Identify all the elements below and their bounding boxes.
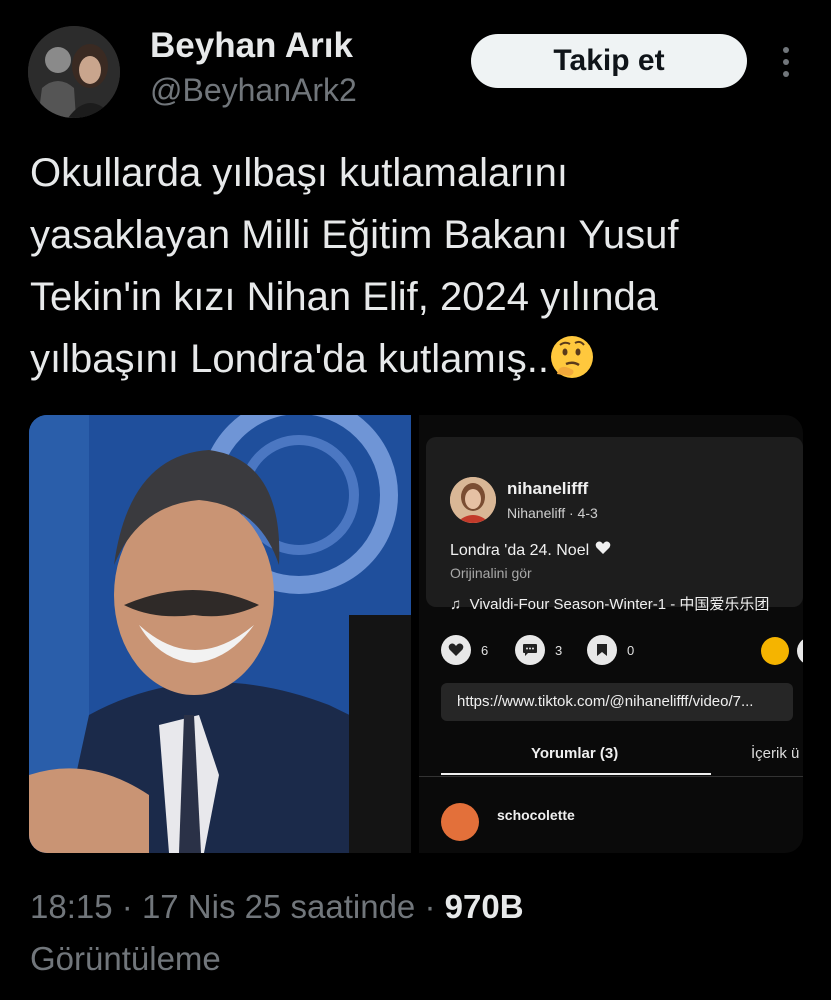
meta-separator: · — [424, 888, 436, 925]
tiktok-music: ♫ Vivaldi-Four Season-Winter-1 - 中国爱乐乐团 — [450, 593, 769, 614]
tweet-line: yasaklayan Milli Eğitim Bakanı Yusuf — [30, 213, 679, 257]
tiktok-url: https://www.tiktok.com/@nihanelifff/vide… — [457, 693, 754, 710]
like-count: 6 — [481, 642, 489, 658]
tiktok-save: 0 — [587, 635, 634, 665]
author-name[interactable]: Beyhan Arık — [150, 26, 353, 66]
tiktok-comment: 3 — [515, 635, 562, 665]
tiktok-avatar — [450, 477, 496, 523]
tiktok-divider — [419, 776, 803, 777]
follow-button[interactable]: Takip et — [471, 34, 747, 88]
comment-icon — [515, 635, 545, 665]
heart-icon — [441, 635, 471, 665]
minister-photo[interactable] — [29, 415, 411, 853]
view-count[interactable]: 970B — [445, 888, 524, 925]
tweet-line: Tekin'in kızı Nihan Elif, 2024 yılında — [30, 275, 658, 319]
tiktok-tab-comments: Yorumlar (3) — [531, 745, 619, 762]
save-count: 0 — [627, 642, 635, 658]
views-label: Görüntüleme — [30, 940, 221, 977]
tweet-text: Okullarda yılbaşı kutlamalarını yasaklaya… — [30, 142, 810, 390]
share-icon — [797, 637, 803, 665]
author-avatar[interactable] — [28, 26, 120, 118]
bookmark-icon — [587, 635, 617, 665]
commenter-name: schocolette — [497, 807, 575, 823]
tweet-media[interactable]: nihanelifff Nihaneliff · 4-3 Londra 'da … — [29, 415, 803, 853]
tweet-line: yılbaşını Londra'da kutlamış.. — [30, 337, 550, 381]
tweet-time[interactable]: 18:15 — [30, 888, 113, 925]
meta-separator: · — [121, 888, 133, 925]
tiktok-music-title: Vivaldi-Four Season-Winter-1 - 中国爱乐乐团 — [469, 596, 770, 613]
tiktok-post-card: nihanelifff Nihaneliff · 4-3 Londra 'da … — [426, 437, 803, 613]
tiktok-url-box: https://www.tiktok.com/@nihanelifff/vide… — [441, 683, 793, 721]
tweet-date[interactable]: 17 Nis 25 saatinde — [142, 888, 415, 925]
commenter-avatar — [441, 803, 479, 841]
tweet-line: Okullarda yılbaşı kutlamalarını — [30, 151, 569, 195]
tiktok-original-link: Orijinalini gör — [450, 565, 532, 581]
white-heart-icon — [595, 541, 611, 560]
repost-icon — [761, 637, 789, 665]
tiktok-subline: Nihaneliff · 4-3 — [507, 505, 598, 521]
tiktok-like: 6 — [441, 635, 488, 665]
author-handle[interactable]: @BeyhanArk2 — [150, 72, 357, 109]
tab-underline — [441, 773, 711, 775]
tiktok-caption-text: Londra 'da 24. Noel — [450, 542, 590, 559]
tiktok-username: nihanelifff — [507, 479, 589, 498]
music-note-icon: ♫ — [450, 596, 462, 613]
tiktok-actions: 6 3 0 — [419, 635, 803, 669]
tweet-meta: 18:15 · 17 Nis 25 saatinde · 970B — [30, 888, 524, 926]
tiktok-tab-content: İçerik ü — [751, 745, 800, 762]
tiktok-caption: Londra 'da 24. Noel — [450, 541, 611, 560]
comment-count: 3 — [555, 642, 563, 658]
thinking-face-emoji-icon — [549, 334, 595, 380]
more-options-icon[interactable] — [776, 42, 796, 82]
tiktok-screenshot[interactable]: nihanelifff Nihaneliff · 4-3 Londra 'da … — [419, 415, 803, 853]
